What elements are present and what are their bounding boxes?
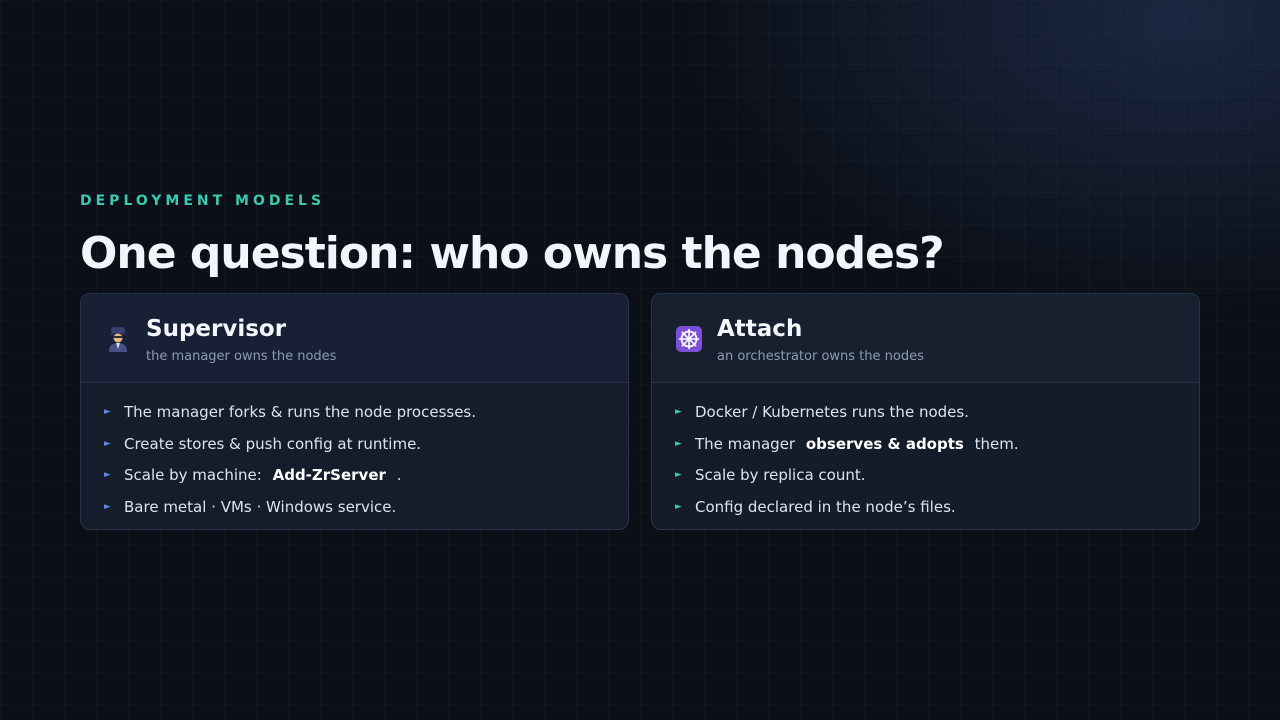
feature-list: ► Docker / Kubernetes runs the nodes. ► … [652, 383, 1199, 523]
card-title: Supervisor [146, 316, 287, 342]
bullet-icon: ► [675, 438, 682, 449]
list-item: ► The manager observes & adopts them. [652, 429, 1199, 461]
list-item: ► Scale by machine: Add-ZrServer . [81, 460, 628, 492]
list-item: ► Scale by replica count. [652, 460, 1199, 492]
page-title: One question: who owns the nodes? [80, 228, 945, 279]
bullet-icon: ► [104, 438, 111, 449]
bullet-icon: ► [675, 470, 682, 481]
card-subtitle: an orchestrator owns the nodes [717, 349, 924, 364]
supervisor-card: Supervisor the manager owns the nodes ► … [80, 293, 629, 530]
card-subtitle: the manager owns the nodes [146, 349, 337, 364]
list-item: ► Docker / Kubernetes runs the nodes. [652, 397, 1199, 429]
bullet-icon: ► [675, 501, 682, 512]
attach-card: Attach an orchestrator owns the nodes ► … [651, 293, 1200, 530]
list-item: ► Config declared in the node’s files. [652, 492, 1199, 524]
bullet-icon: ► [104, 501, 111, 512]
card-header: Supervisor the manager owns the nodes [81, 294, 628, 383]
command-name: Add-ZrServer [272, 466, 386, 485]
bullet-icon: ► [104, 407, 111, 417]
emphasis-text: observes & adopts [805, 434, 964, 453]
list-item: ► Bare metal · VMs · Windows service. [81, 492, 628, 524]
eyebrow-label: DEPLOYMENT MODELS [80, 193, 326, 209]
bullet-icon: ► [675, 407, 682, 417]
card-title: Attach [717, 316, 803, 342]
feature-list: ► The manager forks & runs the node proc… [81, 383, 628, 523]
list-item: ► Create stores & push config at runtime… [81, 429, 628, 461]
ship-wheel-icon [675, 325, 703, 353]
card-header: Attach an orchestrator owns the nodes [652, 294, 1199, 383]
bullet-icon: ► [104, 470, 111, 481]
list-item: ► The manager forks & runs the node proc… [81, 397, 628, 429]
supervisor-person-icon [104, 325, 132, 353]
